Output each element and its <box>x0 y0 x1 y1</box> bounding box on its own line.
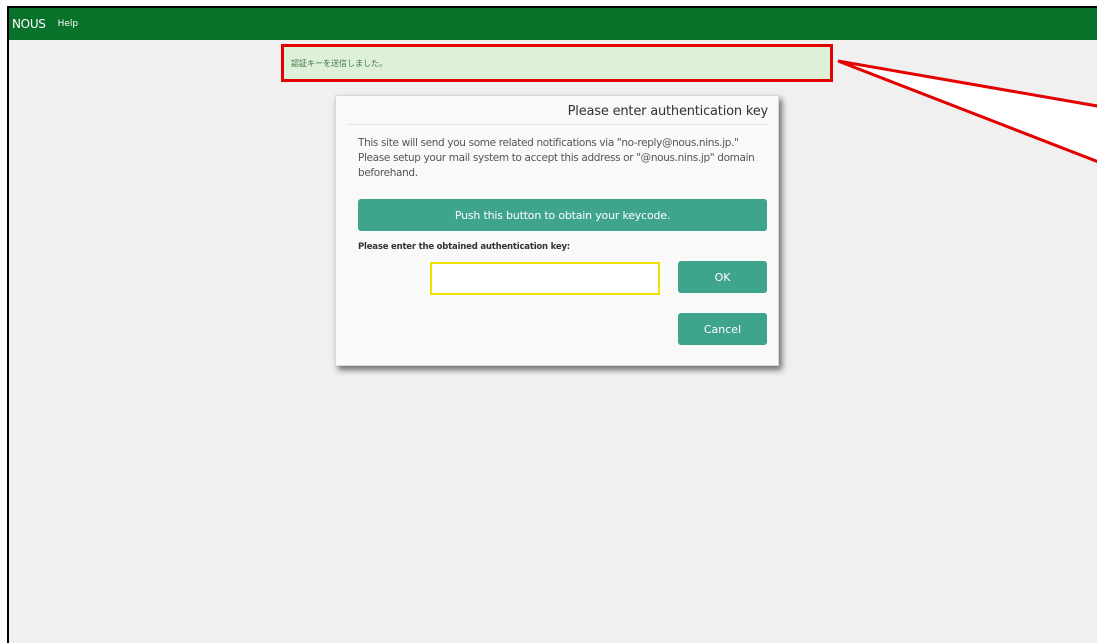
ok-button[interactable]: OK <box>678 261 767 293</box>
success-alert: 認証キーを送信しました。 <box>281 44 833 82</box>
callout-arrow <box>837 59 1097 163</box>
dialog-message: This site will send you some related not… <box>358 137 755 179</box>
alert-message: 認証キーを送信しました。 <box>291 58 387 68</box>
dialog-divider <box>348 124 768 125</box>
dialog-title: Please enter authentication key <box>567 104 769 119</box>
auth-key-dialog: Please enter authentication key This sit… <box>335 95 779 366</box>
brand-link[interactable]: NOUS <box>12 17 46 31</box>
auth-key-label: Please enter the obtained authentication… <box>358 242 570 252</box>
cancel-button[interactable]: Cancel <box>678 313 767 345</box>
help-link[interactable]: Help <box>58 19 79 29</box>
top-navbar: NOUS Help <box>9 8 1097 40</box>
auth-key-input[interactable] <box>430 262 660 295</box>
obtain-keycode-button[interactable]: Push this button to obtain your keycode. <box>358 199 767 231</box>
app-frame: NOUS Help 認証キーを送信しました。 Please enter auth… <box>7 6 1097 643</box>
